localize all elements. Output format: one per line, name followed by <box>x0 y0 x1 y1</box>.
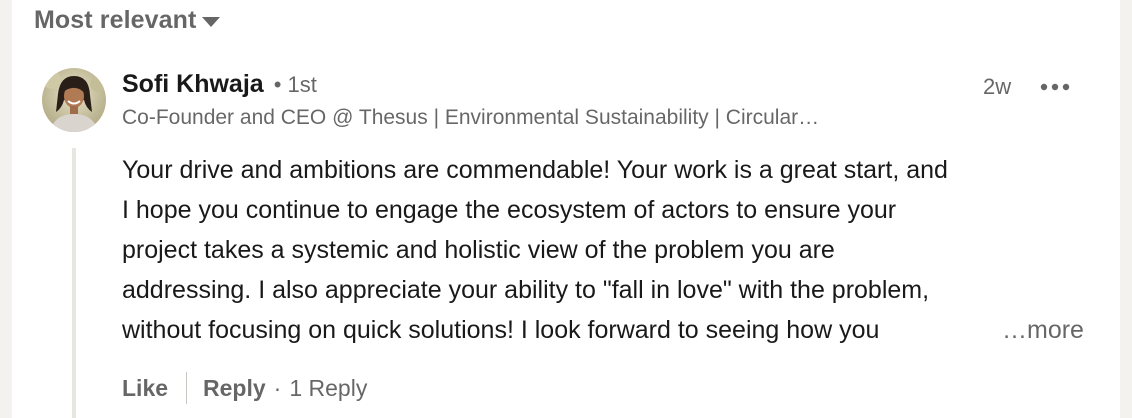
comment-line: project takes a systemic and holistic vi… <box>122 236 835 264</box>
avatar-photo <box>42 68 106 132</box>
sort-label: Most relevant <box>34 6 197 34</box>
connection-degree: • 1st <box>273 72 317 97</box>
reply-count-link[interactable]: 1 Reply <box>289 375 367 402</box>
comment-line: Your drive and ambitions are commendable… <box>122 156 948 184</box>
see-more-button[interactable]: …more <box>1000 310 1084 350</box>
ellipsis-icon <box>1040 83 1070 91</box>
reply-button[interactable]: Reply <box>203 375 266 402</box>
more-options-button[interactable] <box>1038 76 1072 98</box>
comment-last-line: without focusing on quick solutions! I l… <box>122 310 1092 350</box>
like-button[interactable]: Like <box>122 375 168 402</box>
comment-timestamp: 2w <box>983 74 1012 99</box>
comment-actions: Like Reply · 1 Reply <box>122 372 367 404</box>
author-headline: Co-Founder and CEO @ Thesus | Environmen… <box>122 106 820 129</box>
thread-line <box>72 148 76 418</box>
comments-section: Most relevant Sofi Khwaja • 1st Co-Found… <box>12 0 1120 418</box>
avatar[interactable] <box>42 68 106 132</box>
caret-down-icon <box>202 16 221 27</box>
separator-dot: · <box>273 374 282 401</box>
author-row: Sofi Khwaja • 1st <box>122 70 317 99</box>
comment-body: Your drive and ambitions are commendable… <box>122 150 1092 350</box>
author-name[interactable]: Sofi Khwaja <box>122 70 264 99</box>
divider <box>186 372 188 404</box>
sort-dropdown[interactable]: Most relevant <box>34 6 221 35</box>
comment-line: addressing. I also appreciate your abili… <box>122 276 930 304</box>
comment-line: without focusing on quick solutions! I l… <box>122 316 880 344</box>
comment-line: I hope you continue to engage the ecosys… <box>122 196 897 224</box>
